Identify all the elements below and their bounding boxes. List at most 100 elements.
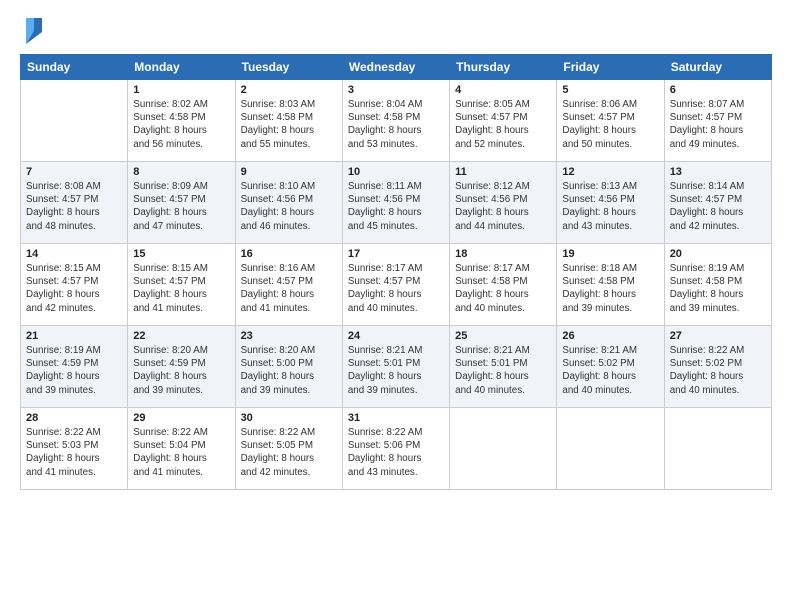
day-number: 19 [562, 248, 658, 260]
day-info: Sunrise: 8:03 AMSunset: 4:58 PMDaylight:… [241, 98, 337, 151]
day-info: Sunrise: 8:12 AMSunset: 4:56 PMDaylight:… [455, 180, 551, 233]
calendar-cell: 13 Sunrise: 8:14 AMSunset: 4:57 PMDayligh… [664, 162, 771, 244]
day-info: Sunrise: 8:17 AMSunset: 4:58 PMDaylight:… [455, 262, 551, 315]
day-info: Sunrise: 8:16 AMSunset: 4:57 PMDaylight:… [241, 262, 337, 315]
calendar-cell: 20Sunrise: 8:19 AMSunset: 4:58 PMDayligh… [664, 244, 771, 326]
day-number: 18 [455, 248, 551, 260]
page: SundayMondayTuesdayWednesdayThursdayFrid… [0, 0, 792, 612]
day-header-saturday: Saturday [664, 55, 771, 80]
day-info: Sunrise: 8:20 AMSunset: 5:00 PMDaylight:… [241, 344, 337, 397]
calendar-week-row: 1 Sunrise: 8:02 AMSunset: 4:58 PMDaylight… [21, 80, 772, 162]
calendar-cell: 27Sunrise: 8:22 AMSunset: 5:02 PMDayligh… [664, 326, 771, 408]
day-number: 9 [241, 166, 337, 178]
day-header-monday: Monday [128, 55, 235, 80]
day-number: 12 [562, 166, 658, 178]
calendar-cell: 10 Sunrise: 8:11 AMSunset: 4:56 PMDayligh… [342, 162, 449, 244]
day-number: 1 [133, 84, 229, 96]
calendar-cell: 15 Sunrise: 8:15 AMSunset: 4:57 PMDayligh… [128, 244, 235, 326]
day-number: 5 [562, 84, 658, 96]
day-number: 11 [455, 166, 551, 178]
day-info: Sunrise: 8:13 AMSunset: 4:56 PMDaylight:… [562, 180, 658, 233]
day-number: 3 [348, 84, 444, 96]
calendar-cell: 2 Sunrise: 8:03 AMSunset: 4:58 PMDaylight… [235, 80, 342, 162]
day-info: Sunrise: 8:11 AMSunset: 4:56 PMDaylight:… [348, 180, 444, 233]
day-info: Sunrise: 8:08 AMSunset: 4:57 PMDaylight:… [26, 180, 122, 233]
day-info: Sunrise: 8:17 AMSunset: 4:57 PMDaylight:… [348, 262, 444, 315]
day-info: Sunrise: 8:22 AMSunset: 5:04 PMDaylight:… [133, 426, 229, 479]
day-number: 22 [133, 330, 229, 342]
day-number: 13 [670, 166, 766, 178]
calendar-cell: 26 Sunrise: 8:21 AMSunset: 5:02 PMDayligh… [557, 326, 664, 408]
calendar-cell [664, 408, 771, 490]
day-number: 31 [348, 412, 444, 424]
calendar-cell: 5Sunrise: 8:06 AMSunset: 4:57 PMDaylight… [557, 80, 664, 162]
calendar-cell: 14Sunrise: 8:15 AMSunset: 4:57 PMDayligh… [21, 244, 128, 326]
day-header-friday: Friday [557, 55, 664, 80]
calendar-cell: 30 Sunrise: 8:22 AMSunset: 5:05 PMDayligh… [235, 408, 342, 490]
calendar-cell: 24 Sunrise: 8:21 AMSunset: 5:01 PMDayligh… [342, 326, 449, 408]
calendar-header-row: SundayMondayTuesdayWednesdayThursdayFrid… [21, 55, 772, 80]
calendar-cell: 7 Sunrise: 8:08 AMSunset: 4:57 PMDaylight… [21, 162, 128, 244]
calendar-cell: 1 Sunrise: 8:02 AMSunset: 4:58 PMDaylight… [128, 80, 235, 162]
logo-flag-icon [22, 16, 44, 44]
header [20, 18, 772, 44]
day-info: Sunrise: 8:14 AMSunset: 4:57 PMDaylight:… [670, 180, 766, 233]
calendar-cell: 17Sunrise: 8:17 AMSunset: 4:57 PMDayligh… [342, 244, 449, 326]
calendar-cell: 23 Sunrise: 8:20 AMSunset: 5:00 PMDayligh… [235, 326, 342, 408]
day-info: Sunrise: 8:07 AMSunset: 4:57 PMDaylight:… [670, 98, 766, 151]
calendar-week-row: 7 Sunrise: 8:08 AMSunset: 4:57 PMDaylight… [21, 162, 772, 244]
day-header-thursday: Thursday [450, 55, 557, 80]
day-info: Sunrise: 8:21 AMSunset: 5:01 PMDaylight:… [455, 344, 551, 397]
calendar-cell: 31 Sunrise: 8:22 AMSunset: 5:06 PMDayligh… [342, 408, 449, 490]
day-number: 7 [26, 166, 122, 178]
day-info: Sunrise: 8:21 AMSunset: 5:01 PMDaylight:… [348, 344, 444, 397]
calendar-cell: 28Sunrise: 8:22 AMSunset: 5:03 PMDayligh… [21, 408, 128, 490]
calendar-cell: 21Sunrise: 8:19 AMSunset: 4:59 PMDayligh… [21, 326, 128, 408]
day-number: 15 [133, 248, 229, 260]
day-number: 26 [562, 330, 658, 342]
calendar-cell: 16Sunrise: 8:16 AMSunset: 4:57 PMDayligh… [235, 244, 342, 326]
day-number: 6 [670, 84, 766, 96]
calendar-cell: 25 Sunrise: 8:21 AMSunset: 5:01 PMDayligh… [450, 326, 557, 408]
day-number: 8 [133, 166, 229, 178]
day-info: Sunrise: 8:19 AMSunset: 4:59 PMDaylight:… [26, 344, 122, 397]
calendar-table: SundayMondayTuesdayWednesdayThursdayFrid… [20, 54, 772, 490]
day-header-wednesday: Wednesday [342, 55, 449, 80]
calendar-cell: 9 Sunrise: 8:10 AMSunset: 4:56 PMDaylight… [235, 162, 342, 244]
calendar-cell: 6 Sunrise: 8:07 AMSunset: 4:57 PMDaylight… [664, 80, 771, 162]
calendar-cell: 22 Sunrise: 8:20 AMSunset: 4:59 PMDayligh… [128, 326, 235, 408]
day-header-sunday: Sunday [21, 55, 128, 80]
day-info: Sunrise: 8:10 AMSunset: 4:56 PMDaylight:… [241, 180, 337, 233]
calendar-cell [21, 80, 128, 162]
day-info: Sunrise: 8:22 AMSunset: 5:02 PMDaylight:… [670, 344, 766, 397]
day-number: 23 [241, 330, 337, 342]
day-number: 20 [670, 248, 766, 260]
day-info: Sunrise: 8:02 AMSunset: 4:58 PMDaylight:… [133, 98, 229, 151]
day-number: 30 [241, 412, 337, 424]
calendar-cell: 19 Sunrise: 8:18 AMSunset: 4:58 PMDayligh… [557, 244, 664, 326]
logo [20, 18, 44, 44]
calendar-week-row: 14 Sunrise: 8:15 AMSunset: 4:57 PMDayligh… [21, 244, 772, 326]
day-number: 10 [348, 166, 444, 178]
day-info: Sunrise: 8:05 AMSunset: 4:57 PMDaylight:… [455, 98, 551, 151]
day-number: 28 [26, 412, 122, 424]
calendar-cell: 4 Sunrise: 8:05 AMSunset: 4:57 PMDaylight… [450, 80, 557, 162]
day-info: Sunrise: 8:09 AMSunset: 4:57 PMDaylight:… [133, 180, 229, 233]
day-number: 29 [133, 412, 229, 424]
day-info: Sunrise: 8:15 AMSunset: 4:57 PMDaylight:… [133, 262, 229, 315]
calendar-cell: 29 Sunrise: 8:22 AMSunset: 5:04 PMDayligh… [128, 408, 235, 490]
day-info: Sunrise: 8:18 AMSunset: 4:58 PMDaylight:… [562, 262, 658, 315]
day-info: Sunrise: 8:22 AMSunset: 5:06 PMDaylight:… [348, 426, 444, 479]
calendar-cell [450, 408, 557, 490]
day-number: 25 [455, 330, 551, 342]
day-number: 24 [348, 330, 444, 342]
calendar-cell: 12 Sunrise: 8:13 AMSunset: 4:56 PMDayligh… [557, 162, 664, 244]
calendar-cell [557, 408, 664, 490]
day-info: Sunrise: 8:20 AMSunset: 4:59 PMDaylight:… [133, 344, 229, 397]
day-number: 2 [241, 84, 337, 96]
day-info: Sunrise: 8:22 AMSunset: 5:05 PMDaylight:… [241, 426, 337, 479]
day-number: 14 [26, 248, 122, 260]
day-info: Sunrise: 8:21 AMSunset: 5:02 PMDaylight:… [562, 344, 658, 397]
calendar-cell: 11 Sunrise: 8:12 AMSunset: 4:56 PMDayligh… [450, 162, 557, 244]
day-number: 4 [455, 84, 551, 96]
